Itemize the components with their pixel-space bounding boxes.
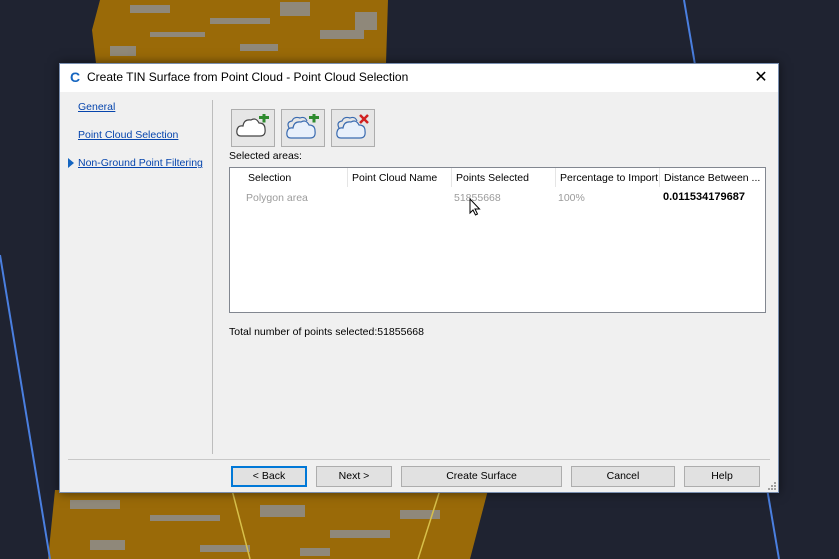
add-multiple-point-clouds-button[interactable] — [281, 109, 325, 147]
cloud-add-multiple-icon — [286, 114, 319, 139]
cloud-add-icon — [236, 114, 269, 137]
nav-item-general[interactable]: General — [78, 101, 115, 113]
close-icon[interactable]: ✕ — [744, 64, 778, 92]
back-button[interactable]: < Back — [231, 466, 307, 487]
column-divider — [451, 168, 452, 187]
nav-item-point-cloud-selection[interactable]: Point Cloud Selection — [78, 129, 178, 141]
column-header-distance-between[interactable]: Distance Between ... — [664, 172, 764, 184]
column-header-point-cloud-name[interactable]: Point Cloud Name — [352, 172, 452, 184]
civil3d-app-icon: C — [69, 69, 81, 85]
cell-distance[interactable]: 0.011534179687 — [663, 191, 745, 203]
table-row[interactable]: Polygon area 51855668 100% 0.01153417968… — [230, 189, 765, 207]
mouse-cursor-icon — [469, 198, 481, 216]
create-tin-surface-dialog: C Create TIN Surface from Point Cloud - … — [59, 63, 779, 493]
next-button[interactable]: Next > — [316, 466, 392, 487]
column-divider — [659, 168, 660, 187]
column-divider — [555, 168, 556, 187]
dialog-title: Create TIN Surface from Point Cloud - Po… — [87, 70, 409, 84]
cloud-remove-icon — [336, 114, 369, 139]
column-divider — [347, 168, 348, 187]
cell-selection: Polygon area — [246, 192, 308, 204]
nav-item-non-ground-point-filtering[interactable]: Non-Ground Point Filtering — [78, 157, 203, 169]
selected-areas-table[interactable]: Selection Point Cloud Name Points Select… — [229, 167, 766, 313]
total-points-selected-text: Total number of points selected:51855668 — [229, 326, 424, 338]
resize-grip-icon[interactable] — [768, 482, 776, 490]
nav-divider — [212, 100, 213, 454]
column-header-selection[interactable]: Selection — [248, 172, 348, 184]
table-header: Selection Point Cloud Name Points Select… — [230, 168, 765, 187]
cancel-button[interactable]: Cancel — [571, 466, 675, 487]
active-page-arrow-icon — [68, 158, 74, 168]
footer-divider — [68, 459, 770, 460]
selected-areas-label: Selected areas: — [229, 150, 302, 162]
column-header-percentage-to-import[interactable]: Percentage to Import — [560, 172, 664, 184]
cell-percentage: 100% — [558, 192, 585, 204]
dialog-titlebar: C Create TIN Surface from Point Cloud - … — [60, 64, 778, 92]
add-point-cloud-button[interactable] — [231, 109, 275, 147]
help-button[interactable]: Help — [684, 466, 760, 487]
create-surface-button[interactable]: Create Surface — [401, 466, 562, 487]
column-header-points-selected[interactable]: Points Selected — [456, 172, 556, 184]
remove-point-cloud-button[interactable] — [331, 109, 375, 147]
wizard-nav: General Point Cloud Selection Non-Ground… — [60, 92, 212, 454]
